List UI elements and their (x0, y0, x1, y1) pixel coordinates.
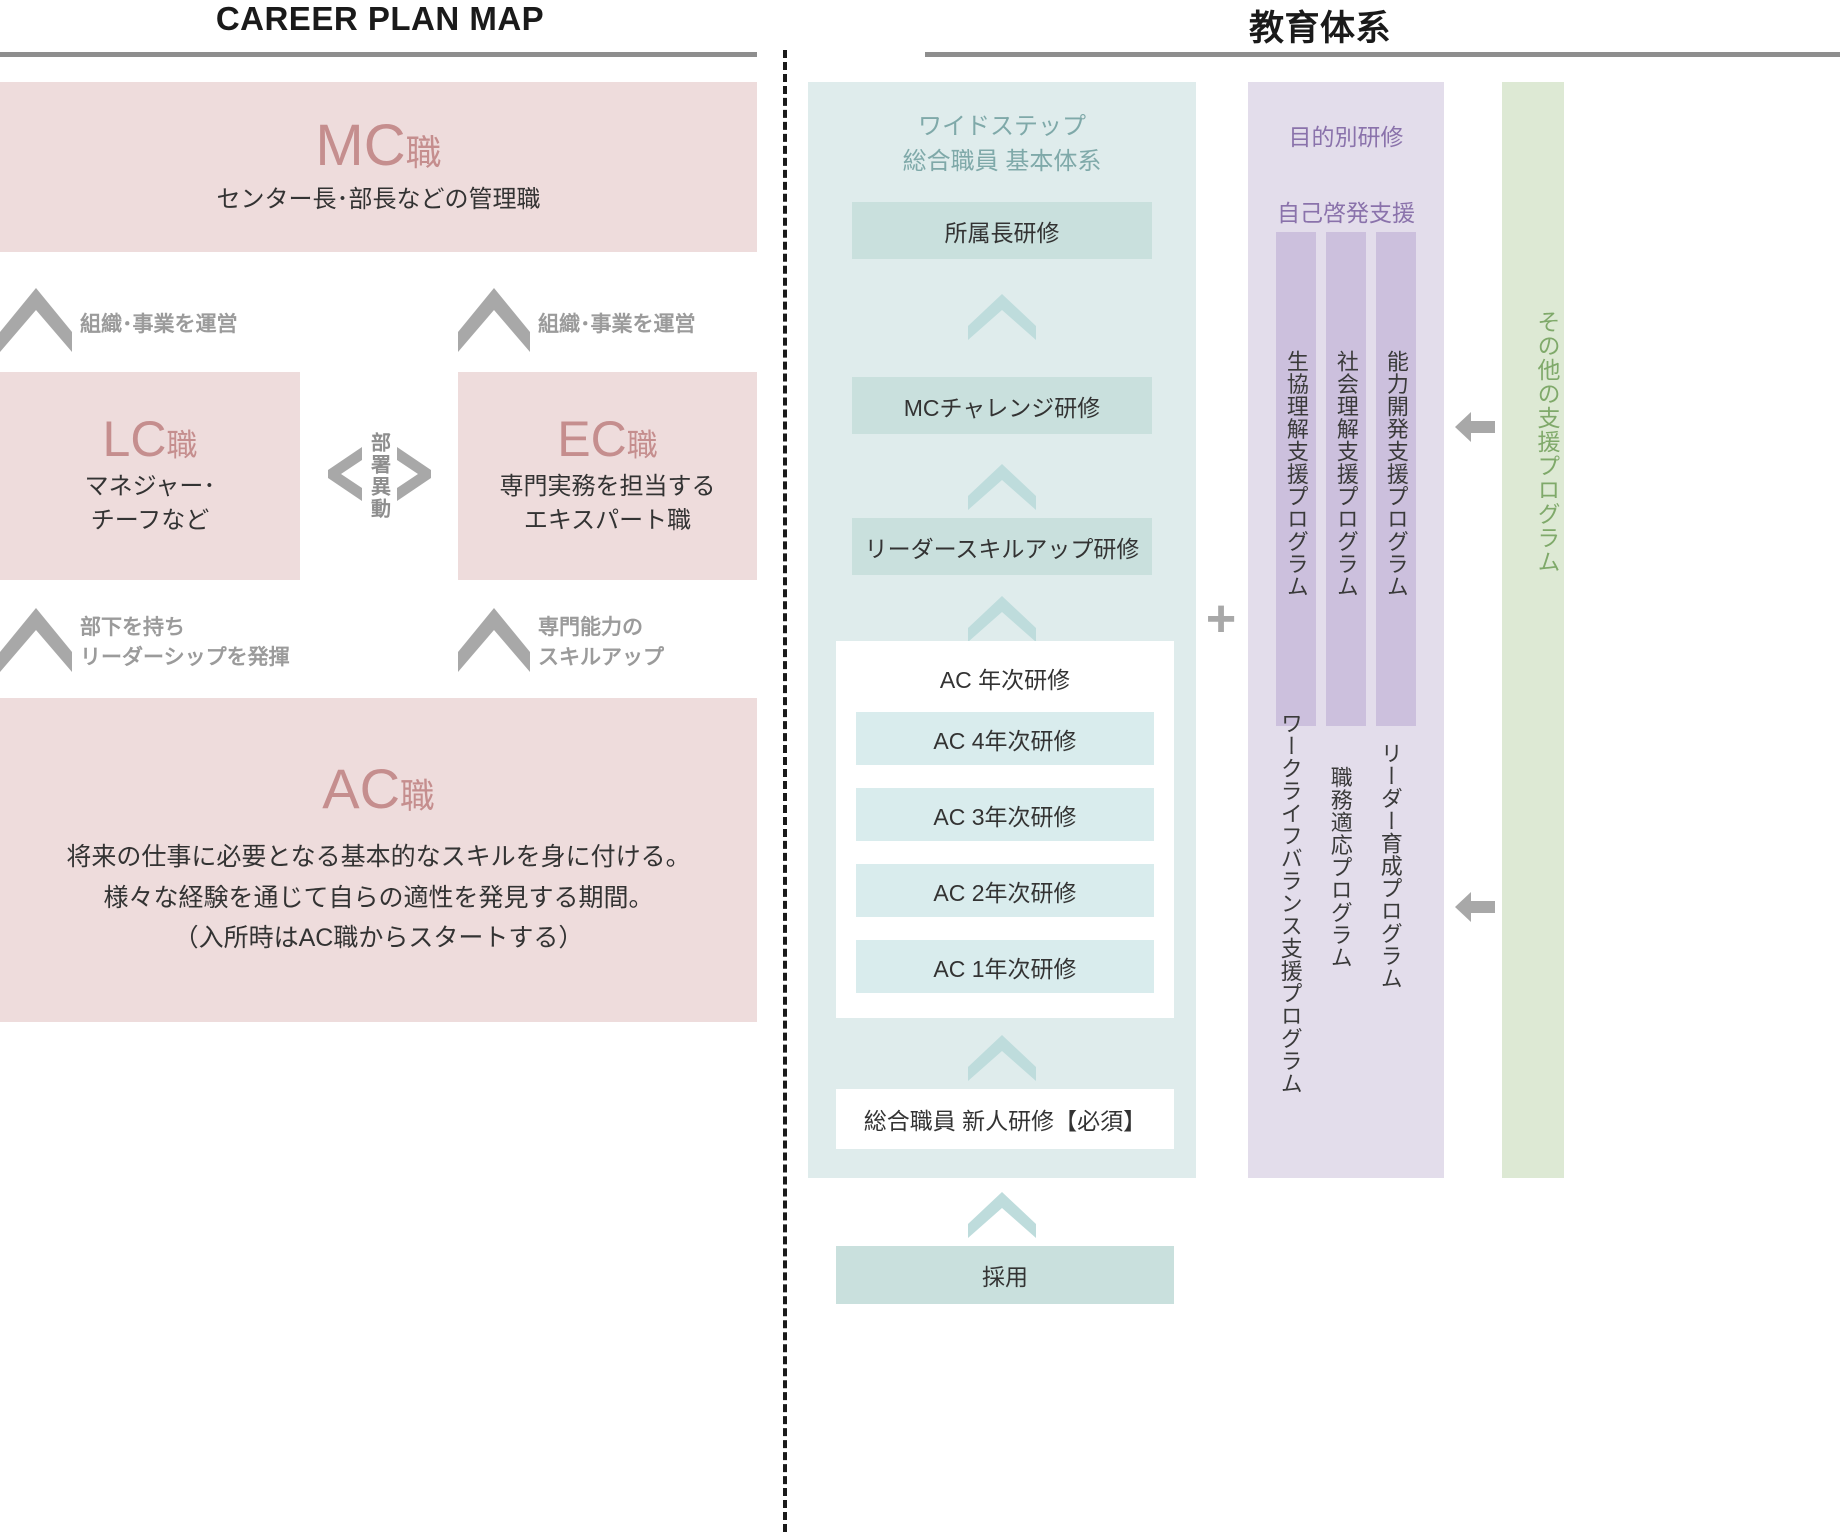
program-bar-seikyo-rikai[interactable]: 生協理解支援プログラム (1276, 232, 1316, 726)
training-box-recruitment[interactable]: 採用 (836, 1246, 1174, 1304)
page-title-education-system: 教育体系 (1248, 9, 1391, 48)
program-bar-noryoku-kaihatsu[interactable]: 能力開発支援プログラム (1376, 232, 1416, 726)
arrow-left-icon-top (1455, 412, 1495, 447)
program-label-noryoku-kaihatsu: 能力開発支援プログラム (1383, 350, 1409, 598)
plus-icon: + (1205, 590, 1237, 648)
training-box-shozokucho[interactable]: 所属長研修 (852, 202, 1152, 259)
department-transfer-label: 部署異動 (367, 432, 390, 520)
panel-purpose-training: 目的別研修 自己啓発支援 生協理解支援プログラム 社会理解支援プログラム 能力開… (1248, 82, 1444, 1178)
step-label-ec-to-mc: 組織･事業を運営 (538, 313, 696, 336)
training-box-newcomer[interactable]: 総合職員 新人研修【必須】 (836, 1089, 1174, 1149)
training-box-leader-skillup[interactable]: リーダースキルアップ研修 (852, 518, 1152, 575)
program-label-seikyo-rikai: 生協理解支援プログラム (1283, 350, 1309, 598)
self-development-heading: 自己啓発支援 (1277, 200, 1415, 226)
training-box-mc-challenge[interactable]: MCチャレンジ研修 (852, 377, 1152, 434)
training-box-ac-year1[interactable]: AC 1年次研修 (856, 940, 1154, 993)
purpose-training-heading: 目的別研修 (1288, 124, 1404, 150)
arrow-left-icon-bottom (1455, 892, 1495, 927)
training-box-ac-year4[interactable]: AC 4年次研修 (856, 712, 1154, 765)
role-title-ac: AC職 (322, 757, 435, 821)
training-box-ac-year2[interactable]: AC 2年次研修 (856, 864, 1154, 917)
chevron-up-icon-step-1 (968, 294, 1036, 345)
role-desc-lc: マネジャー･ チーフなど (84, 472, 216, 534)
chevron-up-icon-step-5 (968, 1192, 1036, 1243)
role-box-ac: AC職 将来の仕事に必要となる基本的なスキルを身に付ける。 様々な経験を通じて自… (0, 698, 757, 1022)
program-bar-shakai-rikai[interactable]: 社会理解支援プログラム (1326, 232, 1366, 726)
step-label-ac-to-lc: 部下を持ち リーダーシップを発揮 (80, 616, 290, 669)
program-label-leader-ikusei[interactable]: リーダー育成プログラム (1378, 742, 1403, 990)
program-label-work-life-balance[interactable]: ワークライフバランス支援プログラム (1278, 712, 1303, 1095)
page-title-career-plan-map: CAREER PLAN MAP (215, 0, 545, 37)
program-label-shakai-rikai: 社会理解支援プログラム (1333, 350, 1359, 598)
panel-other-support: その他の支援プログラム (1502, 82, 1564, 1178)
role-box-mc: MC職 センター長･部長などの管理職 (0, 82, 757, 252)
other-support-label: その他の支援プログラム (1534, 310, 1560, 574)
role-box-lc: LC職 マネジャー･ チーフなど (0, 372, 300, 580)
role-title-lc: LC職 (102, 410, 198, 467)
wide-step-heading: ワイドステップ 総合職員 基本体系 (902, 113, 1102, 175)
chevron-up-icon-step-3 (968, 596, 1036, 647)
chevron-right-icon-transfer (396, 446, 431, 506)
ac-annual-training-group: AC 年次研修 AC 4年次研修 AC 3年次研修 AC 2年次研修 AC 1年… (836, 641, 1174, 1018)
role-desc-ac: 将来の仕事に必要となる基本的なスキルを身に付ける。 様々な経験を通じて自らの適性… (66, 843, 691, 953)
role-desc-mc: センター長･部長などの管理職 (216, 185, 541, 213)
role-title-mc: MC職 (315, 112, 442, 178)
chevron-up-icon-step-4 (968, 1035, 1036, 1086)
step-label-lc-to-mc: 組織･事業を運営 (80, 313, 238, 336)
header-rule-left (0, 52, 757, 57)
chevron-left-icon-transfer (327, 446, 362, 506)
program-label-shokumu-tekio[interactable]: 職務適応プログラム (1328, 766, 1353, 969)
ac-annual-training-title: AC 年次研修 (939, 667, 1071, 693)
header-rule-right (925, 52, 1840, 57)
step-label-ac-to-ec: 専門能力の スキルアップ (538, 616, 664, 669)
role-desc-ec: 専門実務を担当する エキスパート職 (499, 472, 716, 534)
chevron-up-icon-step-2 (968, 464, 1036, 515)
role-title-ec: EC職 (557, 410, 658, 467)
training-box-ac-year3[interactable]: AC 3年次研修 (856, 788, 1154, 841)
role-box-ec: EC職 専門実務を担当する エキスパート職 (458, 372, 757, 580)
department-transfer-group: 部署異動 (300, 372, 458, 580)
section-divider-dashed (783, 50, 787, 1532)
